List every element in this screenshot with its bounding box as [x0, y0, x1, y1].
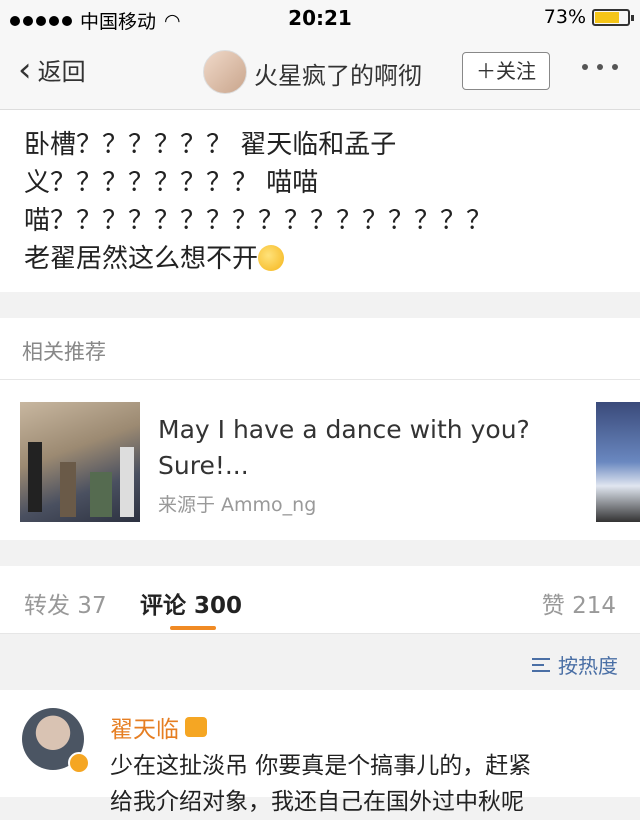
back-label: 返回 — [37, 58, 86, 86]
author-name[interactable]: 火星疯了的啊彻 — [254, 56, 422, 91]
related-title: 相关推荐 — [22, 340, 106, 364]
post-body: 卧槽？？？？？？ 翟天临和孟子 义？？？？？？？？ 喵喵 喵？？？？？？？？？？… — [0, 110, 640, 292]
verified-badge-icon — [68, 752, 90, 774]
back-button[interactable]: ‹ 返回 — [18, 52, 86, 87]
related-card-source: 来源于 Ammo_ng — [158, 494, 317, 516]
laughing-emoji-icon — [258, 245, 285, 271]
comment-line: 少在这扯淡吊 你要真是个搞事儿的，赶紧 — [110, 753, 532, 779]
sort-bar: 按热度 — [0, 634, 640, 690]
follow-button[interactable]: ＋关注 — [462, 52, 550, 90]
battery-percent: 73% — [543, 6, 586, 28]
interaction-tabs: 转发 37 评论 300 赞 214 — [0, 566, 640, 634]
sort-button[interactable]: 按热度 — [532, 650, 618, 679]
comment-text: 少在这扯淡吊 你要真是个搞事儿的，赶紧 给我介绍对象，我还自己在国外过中秋呢 — [110, 748, 630, 820]
crown-icon — [185, 717, 207, 737]
related-card-title[interactable]: May I have a dance with you? Sure!... — [158, 412, 578, 484]
commenter-name-text: 翟天临 — [110, 717, 179, 743]
related-header: 相关推荐 — [0, 318, 640, 380]
post-line: 卧槽？？？？？？ 翟天临和孟子 — [24, 130, 397, 160]
related-card[interactable]: May I have a dance with you? Sure!... 来源… — [0, 380, 640, 540]
post-line: 义？？？？？？？？ 喵喵 — [24, 168, 319, 198]
sort-label: 按热度 — [558, 654, 618, 678]
tab-comment[interactable]: 评论 300 — [140, 586, 242, 620]
nav-bar: ‹ 返回 火星疯了的啊彻 ＋关注 — [0, 36, 640, 110]
active-tab-indicator — [170, 626, 216, 630]
tab-like[interactable]: 赞 214 — [542, 586, 616, 620]
status-bar: 中国移动 ◠ 20:21 73% — [0, 0, 640, 36]
comment-item: 翟天临 少在这扯淡吊 你要真是个搞事儿的，赶紧 给我介绍对象，我还自己在国外过中… — [0, 690, 640, 815]
more-options-icon[interactable] — [582, 64, 618, 70]
post-line-last: 老翟居然这么想不开 — [24, 238, 285, 275]
post-line: 喵？？？？？？？？？？？？？？？？？ — [24, 206, 493, 236]
related-thumbnail[interactable] — [20, 402, 140, 522]
sort-icon — [532, 657, 550, 672]
post-line-text: 老翟居然这么想不开 — [24, 244, 259, 274]
tab-repost[interactable]: 转发 37 — [24, 586, 107, 620]
battery-icon — [592, 8, 634, 26]
author-avatar[interactable] — [203, 50, 247, 94]
commenter-name[interactable]: 翟天临 — [110, 710, 207, 744]
comment-line: 给我介绍对象，我还自己在国外过中秋呢 — [110, 789, 524, 815]
related-thumbnail-next[interactable] — [596, 402, 640, 522]
chevron-left-icon: ‹ — [18, 49, 32, 90]
